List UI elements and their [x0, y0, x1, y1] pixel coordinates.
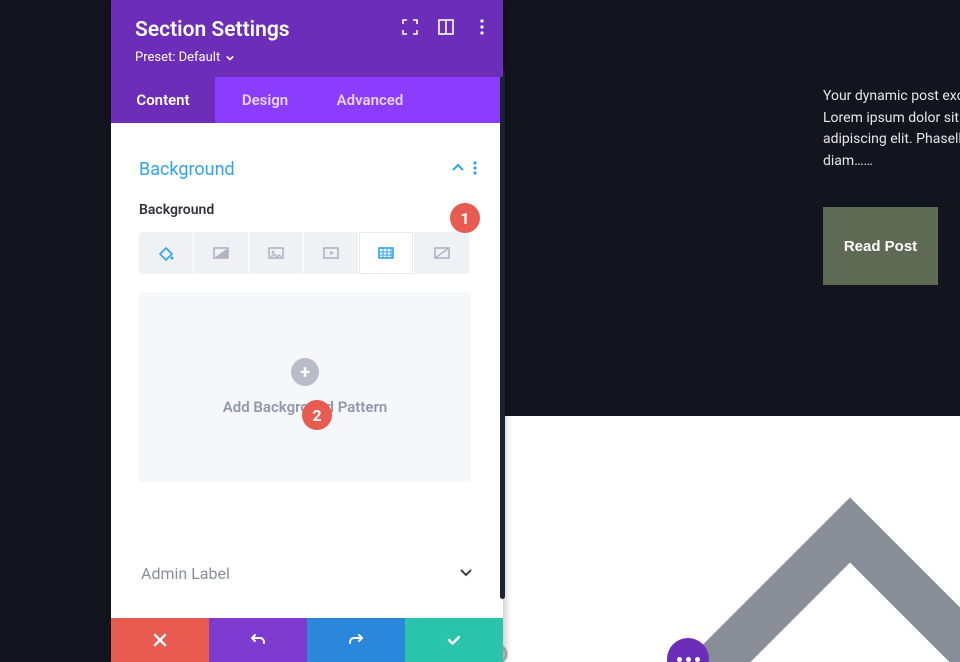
panel-tabs: Content Design Advanced [111, 77, 503, 123]
panel-footer [111, 618, 503, 662]
section-background-header: Background [139, 159, 477, 180]
section-settings-panel: Section Settings Preset: Default Content… [111, 0, 503, 662]
section-title: Background [139, 159, 235, 180]
bg-type-pattern[interactable] [359, 232, 414, 274]
panel-header: Section Settings Preset: Default [111, 0, 503, 77]
redo-button[interactable] [307, 618, 405, 662]
grid-icon [377, 244, 395, 262]
undo-icon [250, 632, 266, 648]
section-admin-label[interactable]: Admin Label [139, 554, 475, 593]
tab-design[interactable]: Design [215, 77, 315, 123]
video-icon [322, 244, 340, 262]
tab-advanced[interactable]: Advanced [315, 77, 425, 123]
mask-icon [433, 244, 451, 262]
image-icon [267, 244, 285, 262]
chevron-down-icon [226, 54, 234, 62]
read-post-button[interactable]: Read Post [823, 207, 938, 285]
bg-type-mask[interactable] [414, 232, 469, 274]
bg-type-gradient[interactable] [194, 232, 249, 274]
annotation-badge-1: 1 [450, 203, 480, 233]
bg-type-video[interactable] [304, 232, 359, 274]
dot-icon [677, 657, 682, 662]
save-button[interactable] [405, 618, 503, 662]
gradient-icon [212, 244, 230, 262]
preset-label: Preset: Default [135, 50, 220, 65]
undo-button[interactable] [209, 618, 307, 662]
dot-icon [695, 657, 700, 662]
chevron-shape [700, 460, 960, 662]
close-icon [152, 632, 168, 648]
cancel-button[interactable] [111, 618, 209, 662]
admin-label-title: Admin Label [141, 564, 230, 583]
dot-icon [686, 657, 691, 662]
background-label: Background [139, 202, 477, 218]
background-type-tabs [139, 232, 471, 274]
tab-content[interactable]: Content [111, 77, 215, 123]
section-kebab-icon[interactable] [473, 161, 477, 178]
panel-body: Background Background [111, 123, 503, 603]
bucket-icon [157, 244, 175, 262]
plus-icon: + [291, 358, 319, 386]
preset-selector[interactable]: Preset: Default [135, 50, 234, 65]
app-stage: namic e Will Here Your dynamic post exc … [0, 0, 960, 662]
chevron-down-icon [459, 564, 473, 583]
check-icon [446, 632, 462, 648]
collapse-icon[interactable] [451, 160, 465, 179]
expand-icon[interactable] [401, 18, 419, 36]
redo-icon [348, 632, 364, 648]
excerpt-text: Your dynamic post exc Lorem ipsum dolor … [823, 86, 960, 173]
add-background-pattern[interactable]: + Add Background Pattern [139, 292, 471, 482]
columns-icon[interactable] [437, 18, 455, 36]
bg-type-color[interactable] [139, 232, 194, 274]
bg-type-image[interactable] [249, 232, 304, 274]
kebab-icon[interactable] [473, 18, 491, 36]
annotation-badge-2: 2 [302, 400, 332, 430]
